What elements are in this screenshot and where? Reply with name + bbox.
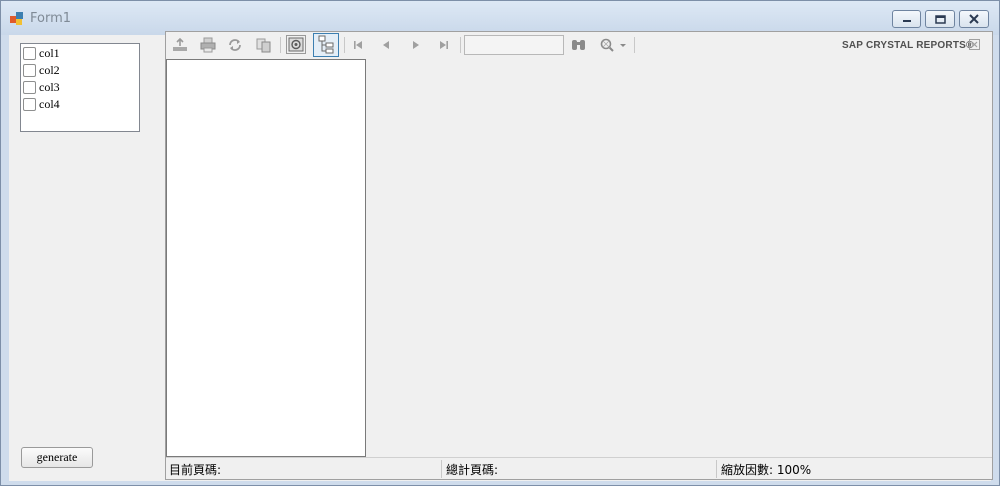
close-button[interactable] bbox=[959, 10, 989, 28]
zoom-icon bbox=[600, 38, 626, 52]
last-page-button[interactable] bbox=[434, 35, 454, 54]
refresh-icon bbox=[229, 38, 241, 51]
first-page-icon bbox=[354, 40, 362, 49]
window-title: Form1 bbox=[30, 11, 72, 26]
toolbar-separator bbox=[344, 37, 345, 53]
checkbox[interactable] bbox=[23, 81, 36, 94]
previous-page-button[interactable] bbox=[376, 35, 396, 54]
last-page-icon bbox=[440, 40, 448, 49]
title-bar[interactable]: Form1 bbox=[1, 1, 999, 35]
export-button[interactable] bbox=[170, 35, 190, 54]
checklist-item-col1[interactable]: col1 bbox=[23, 45, 60, 62]
previous-page-icon bbox=[383, 40, 389, 49]
maximize-icon bbox=[934, 14, 946, 24]
checklist-item-col3[interactable]: col3 bbox=[23, 79, 60, 96]
zoom-factor-status: 縮放因數: 100% bbox=[721, 462, 812, 477]
copy-icon bbox=[256, 38, 271, 52]
minimize-icon bbox=[902, 20, 911, 22]
toolbar-separator bbox=[460, 37, 461, 53]
status-divider bbox=[441, 460, 442, 478]
group-tree-panel[interactable] bbox=[166, 59, 366, 457]
checkbox[interactable] bbox=[23, 47, 36, 60]
crystal-reports-brand: SAP CRYSTAL REPORTS® bbox=[842, 40, 974, 51]
viewer-toolbar: SAP CRYSTAL REPORTS® bbox=[166, 32, 992, 57]
minimize-button[interactable] bbox=[892, 10, 921, 28]
toggle-parameter-panel-icon bbox=[288, 37, 304, 52]
print-button[interactable] bbox=[198, 35, 218, 54]
export-icon bbox=[173, 37, 187, 51]
column-checklist[interactable]: col1 col2 col3 col4 bbox=[20, 43, 140, 132]
checkbox-label: col4 bbox=[39, 97, 60, 111]
checkbox-label: col1 bbox=[39, 46, 60, 60]
find-button[interactable] bbox=[569, 35, 589, 54]
total-pages-status: 總計頁碼: bbox=[446, 462, 499, 477]
maximize-button[interactable] bbox=[925, 10, 955, 28]
refresh-button[interactable] bbox=[225, 35, 245, 54]
current-page-status: 目前頁碼: bbox=[169, 462, 222, 477]
generate-button[interactable]: generate bbox=[21, 447, 93, 468]
checkbox[interactable] bbox=[23, 64, 36, 77]
find-icon bbox=[572, 39, 585, 50]
next-page-button[interactable] bbox=[406, 35, 426, 54]
checkbox-label: col3 bbox=[39, 80, 60, 94]
client-area: col1 col2 col3 col4 generate SAP CRYSTAL… bbox=[9, 31, 993, 481]
first-page-button[interactable] bbox=[348, 35, 368, 54]
app-icon bbox=[10, 12, 23, 25]
status-divider bbox=[716, 460, 717, 478]
close-icon bbox=[969, 14, 979, 24]
toggle-group-tree-button[interactable] bbox=[313, 33, 339, 57]
close-icon bbox=[968, 38, 980, 50]
checklist-item-col4[interactable]: col4 bbox=[23, 96, 60, 113]
next-page-icon bbox=[413, 40, 419, 49]
toggle-parameter-panel-button[interactable] bbox=[286, 35, 306, 54]
zoom-dropdown-button[interactable] bbox=[596, 35, 630, 54]
toolbar-separator bbox=[634, 37, 635, 53]
crystal-report-viewer: SAP CRYSTAL REPORTS® 目前頁碼: 總計頁碼: 縮放因數: 1… bbox=[165, 31, 993, 480]
checklist-item-col2[interactable]: col2 bbox=[23, 62, 60, 79]
toolbar-separator bbox=[280, 37, 281, 53]
viewer-statusbar: 目前頁碼: 總計頁碼: 縮放因數: 100% bbox=[166, 457, 992, 479]
main-window: Form1 col1 col2 col3 col4 generate SAP C… bbox=[0, 0, 1000, 486]
checkbox-label: col2 bbox=[39, 63, 60, 77]
copy-button[interactable] bbox=[254, 35, 274, 54]
go-to-page-input[interactable] bbox=[464, 35, 564, 55]
print-icon bbox=[200, 37, 216, 52]
toggle-group-tree-icon bbox=[318, 35, 334, 54]
checkbox[interactable] bbox=[23, 98, 36, 111]
viewer-close-button[interactable] bbox=[967, 37, 981, 51]
